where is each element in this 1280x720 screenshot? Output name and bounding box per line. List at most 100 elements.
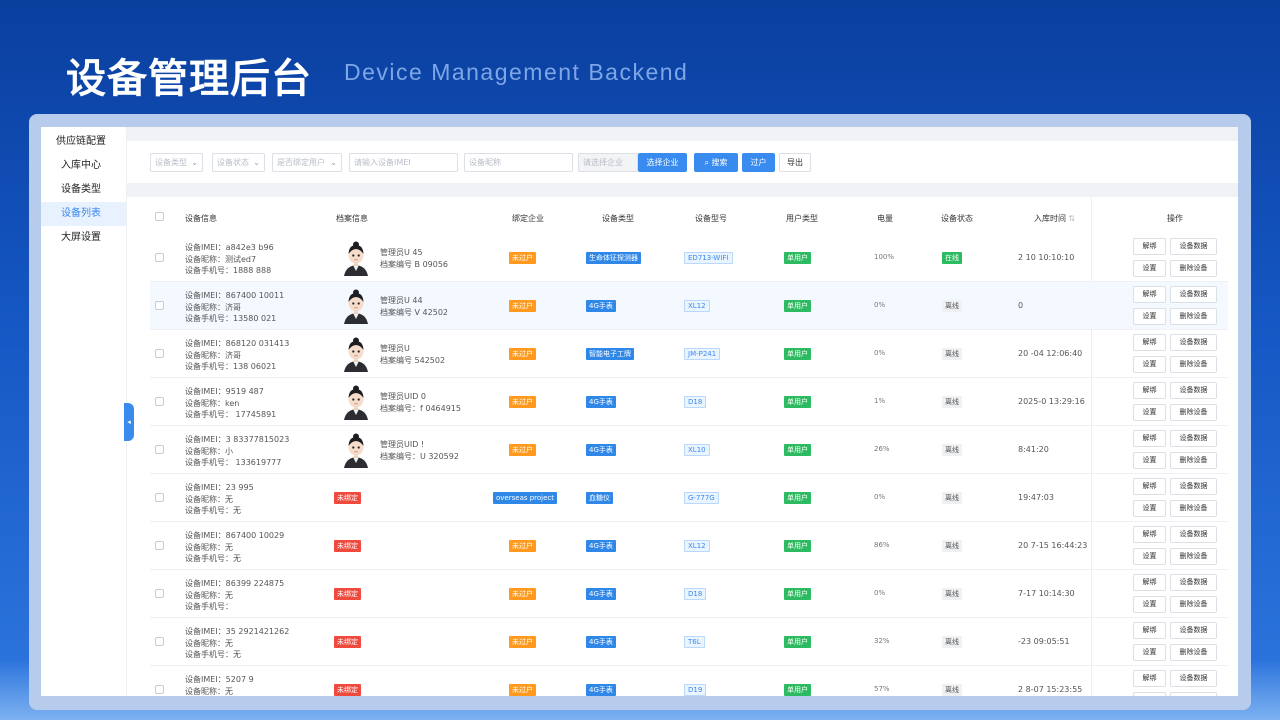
settings-button[interactable]: 设置	[1133, 452, 1166, 469]
device-type-select[interactable]: 设备类型 ⌄	[150, 153, 203, 172]
device-data-button[interactable]: 设备数据	[1170, 670, 1217, 687]
settings-button[interactable]: 设置	[1133, 500, 1166, 517]
transfer-button[interactable]: 过户	[742, 153, 775, 172]
delete-device-button[interactable]: 删除设备	[1170, 308, 1217, 325]
device-data-button[interactable]: 设备数据	[1170, 574, 1217, 591]
table-row: 设备IMEI：3 83377815023 设备昵称：小 设备手机号： 13361…	[150, 426, 1228, 474]
nickname-input[interactable]: 设备昵称	[464, 153, 573, 172]
delete-device-button[interactable]: 删除设备	[1170, 644, 1217, 661]
delete-device-button[interactable]: 删除设备	[1170, 260, 1217, 277]
avatar	[338, 288, 374, 324]
settings-button[interactable]: 设置	[1133, 260, 1166, 277]
search-button[interactable]: ⌕ 搜索	[694, 153, 738, 172]
manager-id: 管理员U 45	[380, 248, 423, 257]
company-badge: 未过户	[509, 348, 536, 360]
device-data-button[interactable]: 设备数据	[1170, 430, 1217, 447]
settings-button[interactable]: 设置	[1133, 692, 1166, 696]
imei-input[interactable]: 请输入设备IMEI	[349, 153, 458, 172]
device-info: 设备IMEI：867400 10029 设备昵称：无 设备手机号：无	[185, 530, 284, 565]
unbind-button[interactable]: 解绑	[1133, 430, 1166, 447]
delete-device-button[interactable]: 删除设备	[1170, 452, 1217, 469]
row-checkbox[interactable]	[155, 301, 164, 310]
company-badge: 未过户	[509, 540, 536, 552]
unbind-button[interactable]: 解绑	[1133, 334, 1166, 351]
sort-icon[interactable]: ⇅	[1069, 214, 1076, 223]
unbind-button[interactable]: 解绑	[1133, 622, 1166, 639]
device-data-button[interactable]: 设备数据	[1170, 238, 1217, 255]
settings-button[interactable]: 设置	[1133, 404, 1166, 421]
select-all-checkbox[interactable]	[155, 212, 164, 221]
device-status-select[interactable]: 设备状态 ⌄	[212, 153, 265, 172]
stock-time: -23 09:05:51	[1018, 637, 1070, 646]
col-stock-time[interactable]: 入库时间 ⇅	[1034, 213, 1075, 224]
delete-device-button[interactable]: 删除设备	[1170, 356, 1217, 373]
stock-time: 2 8-07 15:23:55	[1018, 685, 1083, 694]
status-badge: 离线	[942, 396, 962, 408]
unbind-button[interactable]: 解绑	[1133, 238, 1166, 255]
device-info: 设备IMEI：5207 9 设备昵称：无 设备手机号：无	[185, 674, 254, 696]
row-checkbox[interactable]	[155, 445, 164, 454]
company-badge: 未过户	[509, 444, 536, 456]
device-data-button[interactable]: 设备数据	[1170, 334, 1217, 351]
stock-time: 20 -04 12:06:40	[1018, 349, 1083, 358]
device-imei: 设备IMEI：86399 224875	[185, 579, 285, 588]
row-checkbox[interactable]	[155, 637, 164, 646]
row-checkbox[interactable]	[155, 397, 164, 406]
stock-time: 2025-0 13:29:16	[1018, 397, 1085, 406]
device-nickname: 设备昵称：无	[185, 638, 233, 648]
device-type-badge: 血糖仪	[586, 492, 613, 504]
delete-device-button[interactable]: 删除设备	[1170, 548, 1217, 565]
row-checkbox[interactable]	[155, 253, 164, 262]
export-button[interactable]: 导出	[779, 153, 811, 172]
status-badge: 离线	[942, 444, 962, 456]
device-info: 设备IMEI：867400 10011 设备昵称：济哥 设备手机号：13580 …	[185, 290, 284, 325]
row-checkbox[interactable]	[155, 349, 164, 358]
table-row: 设备IMEI：9519 487 设备昵称：ken 设备手机号： 17745891…	[150, 378, 1228, 426]
device-data-button[interactable]: 设备数据	[1170, 622, 1217, 639]
sidebar-item-device-list[interactable]: 设备列表	[41, 202, 126, 226]
unbind-button[interactable]: 解绑	[1133, 382, 1166, 399]
device-type-badge: 4G手表	[586, 588, 616, 600]
avatar	[338, 240, 374, 276]
status-badge: 离线	[942, 300, 962, 312]
device-data-button[interactable]: 设备数据	[1170, 526, 1217, 543]
delete-device-button[interactable]: 删除设备	[1170, 404, 1217, 421]
col-device-info: 设备信息	[185, 214, 217, 223]
bind-user-select[interactable]: 是否绑定用户 ⌄	[272, 153, 342, 172]
company-input[interactable]: 请选择企业	[578, 153, 638, 172]
sidebar-item-device-type[interactable]: 设备类型	[41, 178, 126, 202]
delete-device-button[interactable]: 删除设备	[1170, 692, 1217, 696]
device-data-button[interactable]: 设备数据	[1170, 478, 1217, 495]
table-row: 设备IMEI：86399 224875 设备昵称：无 设备手机号： 未绑定 未过…	[150, 570, 1228, 618]
unbind-button[interactable]: 解绑	[1133, 526, 1166, 543]
settings-button[interactable]: 设置	[1133, 308, 1166, 325]
unbind-button[interactable]: 解绑	[1133, 286, 1166, 303]
archive-info: 管理员U 44 档案编号 V 42502	[380, 295, 448, 318]
device-data-button[interactable]: 设备数据	[1170, 382, 1217, 399]
delete-device-button[interactable]: 删除设备	[1170, 596, 1217, 613]
search-button-label: 搜索	[711, 158, 728, 167]
settings-button[interactable]: 设置	[1133, 596, 1166, 613]
device-phone: 设备手机号：13580 021	[185, 314, 277, 323]
sidebar-item-stock-center[interactable]: 入库中心	[41, 154, 126, 178]
unbind-button[interactable]: 解绑	[1133, 478, 1166, 495]
device-nickname: 设备昵称：无	[185, 542, 233, 552]
archive-info: 管理员UID 0 档案编号：f 0464915	[380, 391, 461, 414]
device-model-badge: G-777G	[684, 492, 719, 504]
device-data-button[interactable]: 设备数据	[1170, 286, 1217, 303]
row-checkbox[interactable]	[155, 541, 164, 550]
settings-button[interactable]: 设置	[1133, 356, 1166, 373]
row-checkbox[interactable]	[155, 685, 164, 694]
settings-button[interactable]: 设置	[1133, 644, 1166, 661]
sidebar-item-screen-settings[interactable]: 大屏设置	[41, 226, 126, 250]
sidebar-item-supply-chain[interactable]: 供应链配置	[41, 130, 126, 154]
row-checkbox[interactable]	[155, 493, 164, 502]
unbind-button[interactable]: 解绑	[1133, 574, 1166, 591]
table-row: 设备IMEI：867400 10011 设备昵称：济哥 设备手机号：13580 …	[150, 282, 1228, 330]
unbind-button[interactable]: 解绑	[1133, 670, 1166, 687]
choose-company-button[interactable]: 选择企业	[638, 153, 687, 172]
delete-device-button[interactable]: 删除设备	[1170, 500, 1217, 517]
sidebar-collapse-toggle[interactable]: ◂	[124, 403, 134, 441]
settings-button[interactable]: 设置	[1133, 548, 1166, 565]
row-checkbox[interactable]	[155, 589, 164, 598]
